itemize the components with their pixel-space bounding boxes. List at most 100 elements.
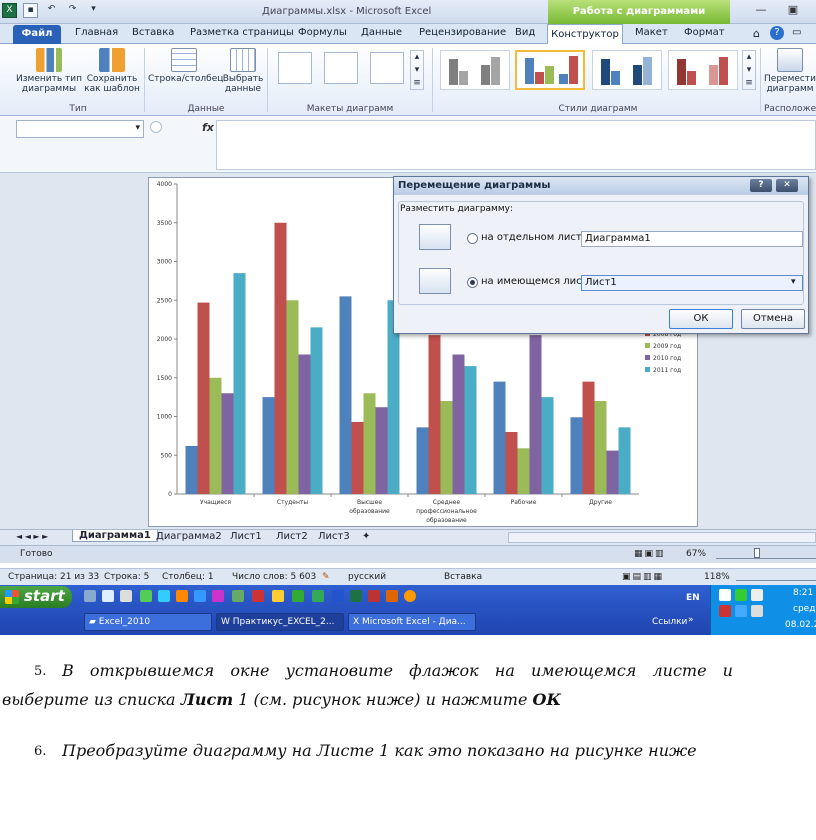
name-box-dropdown-icon[interactable]: ▾ [135, 123, 140, 133]
quicklaunch-icon-9[interactable] [232, 590, 244, 602]
chart-layout-1[interactable] [278, 52, 312, 84]
tab-insert[interactable]: Вставка [132, 27, 174, 38]
links-toolbar[interactable]: Ссылки [652, 617, 687, 627]
tab-chart-format[interactable]: Формат [684, 27, 725, 38]
radio-new-sheet[interactable] [467, 233, 478, 244]
select-data-button[interactable]: Выбрать данные [222, 48, 264, 94]
chart-style-red[interactable] [668, 50, 738, 90]
help-icon[interactable]: ? [770, 26, 784, 40]
horizontal-scrollbar[interactable] [508, 532, 816, 543]
new-sheet-icon[interactable]: ✦ [362, 531, 370, 542]
save-icon[interactable]: ▪ [23, 3, 38, 18]
quicklaunch-powerpoint-icon[interactable] [386, 590, 398, 602]
sheet-tab-active[interactable]: Диаграмма1 [72, 530, 158, 542]
redo-icon[interactable]: ↷ [65, 3, 80, 18]
customize-qat-icon[interactable]: ▾ [86, 3, 101, 18]
tab-file[interactable]: Файл [13, 25, 61, 44]
word-insert-mode[interactable]: Вставка [444, 572, 482, 582]
ok-button[interactable]: ОК [669, 309, 733, 329]
insert-function-button[interactable]: fx [202, 121, 214, 134]
window-restore-icon[interactable]: ▭ [792, 27, 801, 38]
tray-icon-2[interactable] [735, 589, 747, 601]
word-count[interactable]: Число слов: 5 603 [232, 572, 316, 582]
chart-style-gray[interactable] [440, 50, 510, 90]
minimize-button[interactable]: — [752, 4, 770, 18]
quicklaunch-icon-5[interactable] [158, 590, 170, 602]
zoom-slider-thumb[interactable] [754, 548, 760, 558]
dialog-help-button[interactable]: ? [750, 179, 772, 192]
quicklaunch-icon-6[interactable] [176, 590, 188, 602]
quicklaunch-icon-1[interactable] [84, 590, 96, 602]
clock-time[interactable]: 8:21 [793, 588, 813, 598]
sheet-tab-4[interactable]: Лист2 [276, 531, 308, 542]
quicklaunch-excel-icon[interactable] [350, 590, 362, 602]
excel-app-icon[interactable]: X [2, 3, 17, 18]
tray-icon-5[interactable] [735, 605, 747, 617]
formula-expand-icon[interactable] [150, 121, 162, 133]
quicklaunch-icon-2[interactable] [102, 590, 114, 602]
undo-icon[interactable]: ↶ [44, 3, 59, 18]
start-button[interactable]: start [0, 586, 72, 608]
quicklaunch-media-icon[interactable] [404, 590, 416, 602]
move-chart-button[interactable]: Перемести диаграмм [764, 48, 816, 94]
word-zoom-slider[interactable] [736, 573, 816, 581]
word-view-buttons[interactable]: ▣▤▥▦ [622, 572, 664, 582]
quicklaunch-icon-4[interactable] [140, 590, 152, 602]
quicklaunch-icon-7[interactable] [194, 590, 206, 602]
zoom-level[interactable]: 67% [686, 549, 706, 559]
quicklaunch-icon-12[interactable] [292, 590, 304, 602]
sheet-tab-5[interactable]: Лист3 [318, 531, 350, 542]
save-as-template-button[interactable]: Сохранить как шаблон [84, 48, 140, 94]
new-sheet-name-input[interactable]: Диаграмма1 [581, 231, 803, 247]
existing-sheet-dropdown-icon[interactable]: ▾ [791, 277, 796, 287]
tab-data[interactable]: Данные [361, 27, 402, 38]
tab-chart-layout[interactable]: Макет [635, 27, 668, 38]
cancel-button[interactable]: Отмена [741, 309, 805, 329]
tray-icon-1[interactable] [719, 589, 731, 601]
ribbon-minimize-icon[interactable]: ⌂ [753, 27, 760, 40]
language-indicator[interactable]: EN [686, 593, 700, 603]
formula-input[interactable] [216, 120, 816, 170]
radio-existing-sheet[interactable] [467, 277, 478, 288]
task-excel-2010-folder[interactable]: ▰ Excel_2010 [84, 613, 212, 631]
quicklaunch-icon-3[interactable] [120, 590, 132, 602]
quicklaunch-access-icon[interactable] [368, 590, 380, 602]
dialog-close-button[interactable]: ✕ [776, 179, 798, 192]
sheet-tab-2[interactable]: Диаграмма2 [156, 531, 222, 542]
existing-sheet-select[interactable]: Лист1 [581, 275, 803, 291]
chart-style-color-selected[interactable] [515, 50, 585, 90]
word-zoom-level[interactable]: 118% [704, 572, 730, 582]
links-expand-icon[interactable]: » [688, 615, 694, 625]
quicklaunch-icon-11[interactable] [272, 590, 284, 602]
view-buttons[interactable]: ▦▣▥ [634, 549, 666, 559]
sheet-nav-buttons[interactable]: ◄ ◄ ► ► [16, 532, 48, 541]
tab-home[interactable]: Главная [75, 27, 118, 38]
tab-formulas[interactable]: Формулы [298, 27, 347, 38]
quicklaunch-word-icon[interactable] [332, 590, 344, 602]
chart-layout-2[interactable] [324, 52, 358, 84]
layouts-scroll[interactable]: ▴ ▾ ≡ [410, 50, 424, 90]
tab-page-layout[interactable]: Разметка страницы [190, 27, 294, 38]
task-excel-window[interactable]: X Microsoft Excel - Диа... [348, 613, 476, 631]
quicklaunch-icon-13[interactable] [312, 590, 324, 602]
word-language[interactable]: русский [348, 572, 386, 582]
tray-volume-icon[interactable] [751, 589, 763, 601]
quicklaunch-icon-8[interactable] [212, 590, 224, 602]
switch-row-column-button[interactable]: Строка/столбец [148, 48, 223, 84]
tab-design[interactable]: Конструктор [547, 24, 623, 45]
quicklaunch-icon-10[interactable] [252, 590, 264, 602]
chart-style-blue[interactable] [592, 50, 662, 90]
task-word-document[interactable]: W Практикус_EXCEL_2... [216, 613, 344, 631]
chart-layout-3[interactable] [370, 52, 404, 84]
name-box[interactable]: ▾ [16, 120, 144, 138]
tab-review[interactable]: Рецензирование [419, 27, 506, 38]
zoom-slider[interactable] [716, 550, 816, 559]
tab-view[interactable]: Вид [515, 27, 535, 38]
change-chart-type-button[interactable]: Изменить тип диаграммы [16, 48, 82, 94]
spellcheck-icon[interactable]: ✎ [322, 572, 330, 582]
tray-icon-4[interactable] [719, 605, 731, 617]
maximize-button[interactable]: ▣ [784, 4, 802, 18]
tray-icon-6[interactable] [751, 605, 763, 617]
sheet-tab-3[interactable]: Лист1 [230, 531, 262, 542]
styles-scroll[interactable]: ▴ ▾ ≡ [742, 50, 756, 90]
